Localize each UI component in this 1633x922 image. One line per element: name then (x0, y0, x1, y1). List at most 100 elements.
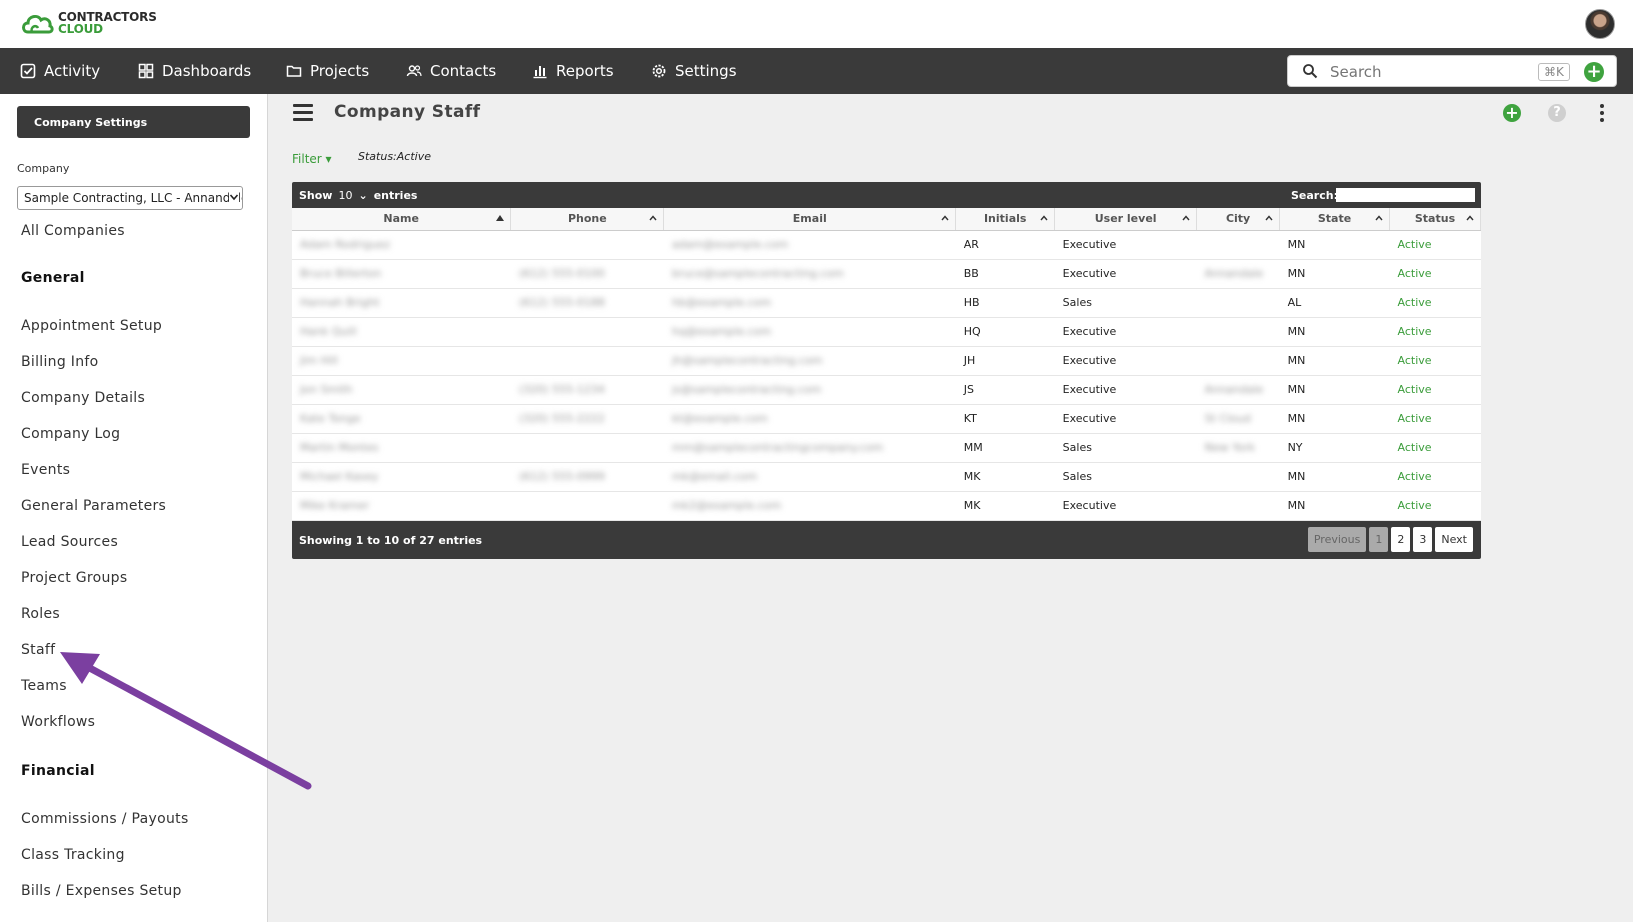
table-search-label: Search: (1291, 189, 1338, 202)
sort-icon (941, 215, 949, 221)
cell-status: Active (1389, 375, 1481, 405)
nav-activity[interactable]: Activity (20, 48, 100, 94)
col-header-initials[interactable]: Initials (955, 208, 1056, 231)
sidebar-item-roles[interactable]: Roles (21, 606, 60, 622)
quick-add-icon[interactable]: + (1584, 62, 1604, 82)
cell-email: hb@example.com (663, 288, 956, 318)
cell-status: Active (1389, 259, 1481, 289)
cell-status: Active (1389, 346, 1481, 376)
nav-contacts[interactable]: Contacts (406, 48, 496, 94)
contractors-cloud-logo[interactable]: CONTRACTORS CLOUD (20, 10, 157, 36)
cell-city (1196, 317, 1280, 347)
pager-next-button[interactable]: Next (1435, 527, 1473, 552)
col-header-user-level[interactable]: User level (1054, 208, 1198, 231)
sidebar-all-companies[interactable]: All Companies (21, 223, 125, 239)
table-row[interactable]: Michael Kasey (612) 555-0999 mk@email.com M… (292, 462, 1481, 492)
cell-initials: HQ (955, 317, 1055, 347)
col-header-state[interactable]: State (1279, 208, 1390, 231)
cell-city: New York (1196, 433, 1280, 463)
nav-settings[interactable]: Settings (651, 48, 737, 94)
cell-level: Executive (1054, 259, 1197, 289)
nav-dashboards[interactable]: Dashboards (138, 48, 251, 94)
cell-initials: MK (955, 491, 1055, 521)
cell-city (1196, 230, 1280, 260)
cell-phone (510, 346, 664, 376)
pager-page-3[interactable]: 3 (1413, 527, 1433, 552)
table-search-input[interactable] (1336, 188, 1475, 202)
add-staff-icon[interactable]: + (1503, 104, 1521, 122)
cell-state: MN (1279, 346, 1390, 376)
cell-email: jh@samplecontracting.com (663, 346, 956, 376)
col-header-name[interactable]: Name (292, 208, 512, 231)
pager-page-1[interactable]: 1 (1369, 527, 1389, 552)
main-nav: Activity Dashboards Projects Contacts Re… (0, 48, 1633, 94)
cell-level: Executive (1054, 346, 1197, 376)
cell-state: MN (1279, 317, 1390, 347)
sidebar-item-billing-info[interactable]: Billing Info (21, 354, 98, 370)
cell-city: St Cloud (1196, 404, 1280, 434)
table-row[interactable]: Bruce Billerton (612) 555-0100 bruce@sampl… (292, 259, 1481, 289)
global-search-input[interactable] (1330, 61, 1520, 83)
cell-initials: BB (955, 259, 1055, 289)
showing-entries-text: Showing 1 to 10 of 27 entries (299, 534, 483, 547)
global-search[interactable]: ⌘K + (1287, 55, 1617, 87)
nav-projects-label: Projects (310, 62, 370, 80)
more-options-icon[interactable] (1600, 104, 1606, 122)
sidebar-item-appointment-setup[interactable]: Appointment Setup (21, 318, 162, 334)
company-settings-button[interactable]: Company Settings (17, 106, 250, 138)
sort-icon (1466, 215, 1474, 221)
user-avatar[interactable] (1585, 9, 1615, 39)
col-header-email[interactable]: Email (663, 208, 957, 231)
table-row[interactable]: Jon Smith (320) 555-1234 js@samplecontract… (292, 375, 1481, 405)
sidebar-item-workflows[interactable]: Workflows (21, 714, 95, 730)
sidebar-item-company-details[interactable]: Company Details (21, 390, 145, 406)
sidebar-item-commissions[interactable]: Commissions / Payouts (21, 811, 189, 827)
menu-toggle-icon[interactable] (293, 104, 313, 122)
sidebar-item-staff[interactable]: Staff (21, 642, 55, 658)
cell-initials: JH (955, 346, 1055, 376)
pagination: Previous 1 2 3 Next (1307, 527, 1473, 552)
cell-name: Adam Rodriguez (292, 230, 511, 260)
nav-projects[interactable]: Projects (286, 48, 369, 94)
sidebar-item-class-tracking[interactable]: Class Tracking (21, 847, 125, 863)
cell-phone: (612) 555-0100 (510, 259, 664, 289)
help-icon[interactable]: ? (1548, 104, 1566, 122)
people-icon (406, 65, 422, 77)
gear-icon (652, 64, 666, 78)
table-row[interactable]: Hank Quill hq@example.com HQ Executive MN Act… (292, 317, 1481, 347)
cell-status: Active (1389, 317, 1481, 347)
sidebar-item-lead-sources[interactable]: Lead Sources (21, 534, 118, 550)
pager-page-2[interactable]: 2 (1391, 527, 1411, 552)
table-row[interactable]: Kate Tonge (320) 555-2222 kt@example.com KT… (292, 404, 1481, 434)
sidebar-item-bills-expenses[interactable]: Bills / Expenses Setup (21, 883, 182, 899)
sidebar-item-project-groups[interactable]: Project Groups (21, 570, 127, 586)
table-row[interactable]: Martin Montes mm@samplecontractingcompany… (292, 433, 1481, 463)
table-row[interactable]: Jim Hill jh@samplecontracting.com JH Execut… (292, 346, 1481, 376)
table-row[interactable]: Mike Kramer mk2@example.com MK Executive MN A… (292, 491, 1481, 521)
page-title: Company Staff (334, 102, 481, 122)
sort-icon (1265, 215, 1273, 221)
sort-icon (1040, 215, 1048, 221)
nav-reports[interactable]: Reports (532, 48, 614, 94)
sidebar-item-company-log[interactable]: Company Log (21, 426, 120, 442)
cell-email: kt@example.com (663, 404, 956, 434)
filter-dropdown[interactable]: Filter ▾ (292, 152, 332, 166)
col-header-status[interactable]: Status (1389, 208, 1481, 231)
table-row[interactable]: Hannah Bright (612) 555-0188 hb@example.co… (292, 288, 1481, 318)
page-length-select[interactable]: 10 (338, 189, 352, 202)
company-select[interactable]: Sample Contracting, LLC - Annandale (17, 186, 243, 210)
table-row[interactable]: Adam Rodriguez adam@example.com AR Executiv… (292, 230, 1481, 260)
col-header-phone[interactable]: Phone (510, 208, 665, 231)
bar-chart-icon (533, 66, 547, 79)
col-city-label: City (1225, 212, 1251, 226)
sidebar-general-heading: General (21, 270, 85, 286)
staff-table-container: Show 10 ⌄ entries Search: Name Phone Ema… (292, 182, 1481, 559)
sidebar-item-events[interactable]: Events (21, 462, 70, 478)
cell-city (1196, 288, 1280, 318)
sidebar-item-teams[interactable]: Teams (21, 678, 67, 694)
col-header-city[interactable]: City (1196, 208, 1281, 231)
entries-label: entries (373, 189, 418, 202)
pager-previous-button[interactable]: Previous (1307, 527, 1367, 552)
sidebar-item-general-parameters[interactable]: General Parameters (21, 498, 166, 514)
cell-state: MN (1279, 462, 1390, 492)
